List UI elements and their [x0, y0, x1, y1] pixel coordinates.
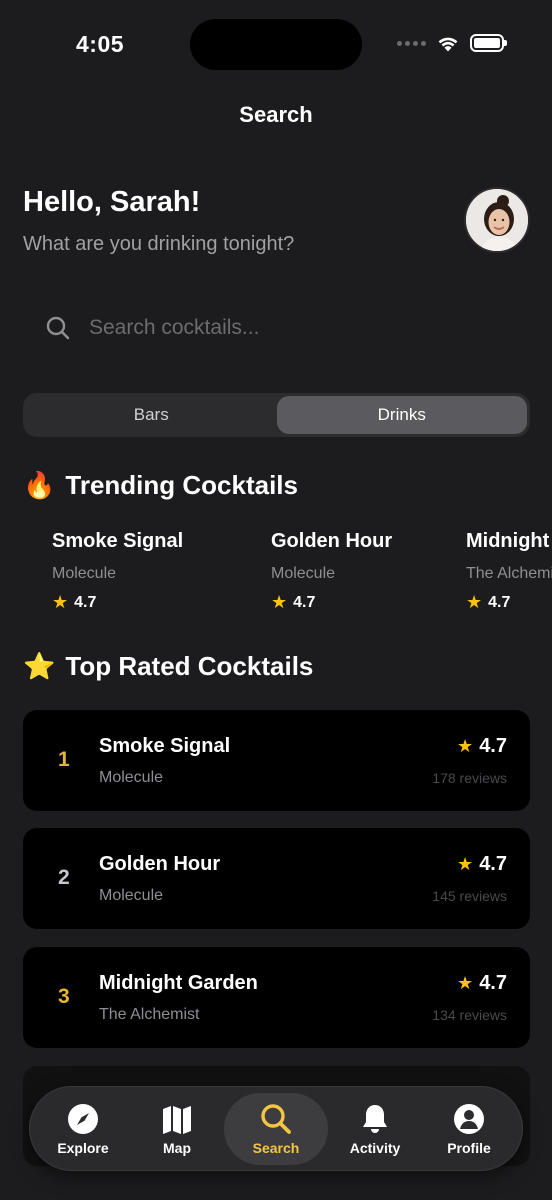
review-count: 145 reviews [432, 888, 507, 904]
bar-name: The Alchemist [99, 1006, 200, 1023]
cocktail-name: Smoke Signal [99, 735, 231, 757]
trending-carousel[interactable]: Smoke Signal Molecule ★ 4.7 Golden Hour … [0, 530, 552, 630]
trending-card-name: Smoke Signal [52, 530, 184, 552]
ranked-cocktail-row[interactable]: 3 Midnight Garden The Alchemist ★ 4.7 13… [23, 947, 530, 1048]
star-icon: ★ [271, 592, 288, 612]
avatar-photo [466, 189, 528, 251]
top-rated-title-text: Top Rated Cocktails [65, 651, 314, 681]
search-icon [261, 1103, 291, 1134]
star-icon: ★ [52, 592, 69, 612]
rating: ★ 4.7 [457, 735, 507, 758]
status-icons [397, 34, 507, 52]
battery-icon [470, 34, 507, 52]
search-icon [46, 316, 70, 340]
bell-icon [363, 1104, 387, 1133]
rating-value: 4.7 [479, 735, 507, 757]
rank-number: 2 [58, 866, 70, 889]
trending-card-place: Molecule [52, 565, 117, 582]
trending-card-rating: ★ 4.7 [466, 592, 552, 613]
segmented-control: Bars Drinks [23, 393, 530, 437]
trending-card-place: The Alchemist [466, 565, 552, 582]
trending-card-rating: ★ 4.7 [271, 592, 392, 613]
profile-icon [454, 1103, 484, 1134]
tab-label: Map [163, 1139, 191, 1156]
star-icon: ★ [466, 592, 483, 612]
trending-card-rating-value: 4.7 [293, 593, 316, 611]
avatar[interactable] [464, 187, 530, 253]
trending-card[interactable]: Golden Hour Molecule ★ 4.7 [271, 530, 392, 613]
tab-bar: Explore Map Search Activity Profile [29, 1086, 523, 1171]
compass-icon [68, 1103, 98, 1134]
greeting-heading: Hello, Sarah! [23, 186, 201, 218]
tab-profile[interactable]: Profile [422, 1093, 516, 1165]
trending-card[interactable]: Midnight Garden The Alchemist ★ 4.7 [466, 530, 552, 613]
cocktail-name: Midnight Garden [99, 972, 258, 994]
rating: ★ 4.7 [457, 972, 507, 995]
trending-card-rating-value: 4.7 [74, 593, 97, 611]
top-rated-section-title: ⭐ Top Rated Cocktails [23, 651, 313, 682]
fire-icon: 🔥 [23, 470, 56, 500]
trending-section-title: 🔥 Trending Cocktails [23, 470, 298, 501]
bar-name: Molecule [99, 887, 164, 904]
star-emoji-icon: ⭐ [23, 651, 56, 681]
status-time: 4:05 [76, 31, 125, 57]
trending-card[interactable]: Smoke Signal Molecule ★ 4.7 [52, 530, 183, 613]
segment-drinks[interactable]: Drinks [276, 396, 527, 434]
dynamic-island [190, 19, 362, 70]
tab-search[interactable]: Search [224, 1092, 328, 1165]
trending-card-name: Golden Hour [271, 530, 393, 552]
tab-label: Search [252, 1139, 300, 1156]
review-count: 178 reviews [432, 770, 507, 786]
rank-number: 1 [58, 748, 70, 771]
cocktail-name: Golden Hour [99, 853, 221, 875]
segment-bars[interactable]: Bars [26, 396, 277, 434]
rating-value: 4.7 [479, 853, 507, 875]
review-count: 134 reviews [432, 1007, 507, 1023]
rating-value: 4.7 [479, 972, 507, 994]
rating: ★ 4.7 [457, 853, 507, 876]
tab-label: Explore [57, 1139, 109, 1156]
star-icon: ★ [457, 973, 474, 993]
trending-card-rating-value: 4.7 [488, 593, 511, 611]
ranked-cocktail-row[interactable]: 2 Golden Hour Molecule ★ 4.7 145 reviews [23, 828, 530, 929]
tab-explore[interactable]: Explore [36, 1093, 130, 1165]
star-icon: ★ [457, 854, 474, 874]
trending-card-rating: ★ 4.7 [52, 592, 183, 613]
bar-name: Molecule [99, 769, 164, 786]
search-field[interactable] [23, 300, 530, 356]
trending-card-place: Molecule [271, 565, 336, 582]
ranked-cocktail-row[interactable]: 1 Smoke Signal Molecule ★ 4.7 178 review… [23, 710, 530, 811]
tab-map[interactable]: Map [130, 1093, 224, 1165]
trending-card-name: Midnight Garden [466, 530, 552, 552]
search-input[interactable] [89, 316, 469, 340]
trending-title-text: Trending Cocktails [65, 470, 298, 500]
tab-label: Activity [349, 1139, 401, 1156]
tab-label: Profile [447, 1139, 491, 1156]
map-icon [163, 1105, 191, 1134]
star-icon: ★ [457, 736, 474, 756]
wifi-icon [438, 37, 458, 52]
rank-number: 3 [58, 985, 70, 1008]
tab-activity[interactable]: Activity [328, 1093, 422, 1165]
page-title: Search [239, 102, 313, 127]
greeting-subtitle: What are you drinking tonight? [23, 233, 295, 255]
status-bar: 4:05 [0, 0, 552, 90]
cellular-signal-icon [397, 40, 426, 46]
